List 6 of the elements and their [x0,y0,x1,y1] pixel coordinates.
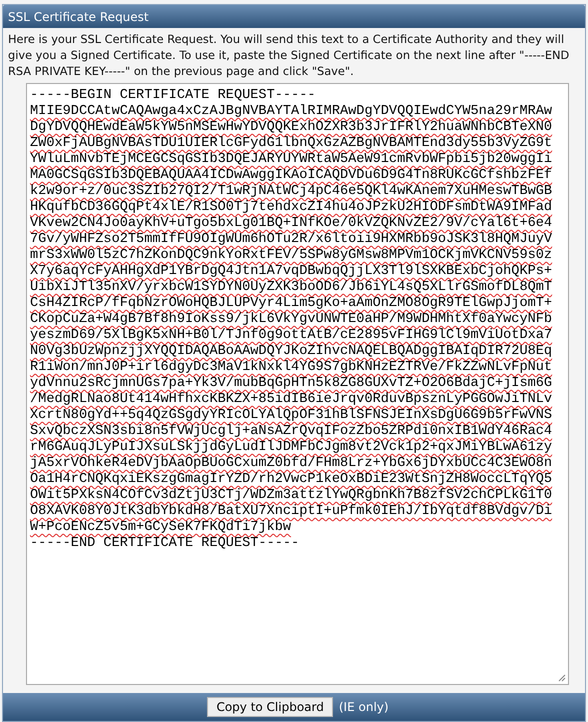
ie-only-note: (IE only) [338,699,389,716]
intro-text: Here is your SSL Certificate Request. You will send this text to a Certificate Authority and they will give you a Signed Certificate. To use it, paste the Signed Certificate on the next line after "-----END RSA PRIVATE KEY-----" on the previous page and click "Save". [7,31,570,80]
certificate-text-field[interactable]: -----BEGIN CERTIFICATE REQUEST----- MIIE9DCCAtwCAQAwga4xCzAJBgNVBAYTAlRIMRAwDgYDVQQIEwdCYW5na29rMRAw DgYDVQQHEwdEaW5kYW5nMSEwHwYDVQQKExhOZXR3b3JrIFRlY2huaWNhbCBTeXN0 ZW0xFjAUBgNVBAsTDU1UIERlcGFydG1lbnQxGzAZBgNVBAMTEnd3dy55b3VyZG9t YWluLmNvbTEjMCEGCSqGSIb3DQEJARYUYWRtaW5AeW91cmRvbWFpbi5jb20wggIi MA0GCSqGSIb3DQEBAQUAA4ICDwAwggIKAoICAQDVDu6D9G4Tn8RUKcGCfshbzFEf k2w9or+z/0uc3SZIb27QI2/T1wRjNAtWCj4pC46e5QKl4wKAnem7XuHMeswTBwGB HKqufbCD36GQqPt4xlE/R1SO0Tj7tehdxcZI4hu4oJPzkU2HIODFsmDtWA9IMFad VKvew2CN4Jo0ayKhV+uTgo5bxLg01BQ+INfKOe/0kVZQKNvZE2/9V/cYal6t+6e4 7Gv/yWHFZso2T5mmIfFU9OIgWUm6hOTu2R/x6ltoii9HXMRbb9oJSK3l8HQMJuyV mrS3xWW0l5zC7hZKonDQC9nkYoRxtFEV/5SPw8yGMsw8MPVm1OCKjmVKCNV59s0z X7y6aqYcFyAHHgXdP1YBrDgQ4Jtn1A7vqDBwbqQjjLX3Tl9lSXKBExbCjohQKPs+ UibXiJTl35nXV/yrxbcW1SYDYN0UyZXK3boOD6/Jb6iYL4sQ5XLlrGSmofDL8QmT CsH4ZIRcP/fFqbNzrOWoHQBJLUPVyr4Lim5gKo+aAmOnZMO8OgR9TElGwpJjomT+ CKopCuZa+W4gB7Bf8h9IoKss9/jkL6VkYgvUNWTE0aHP/M9WDHMhtXf0aYwcyNFb yeszmD69/5XlBgK5xNH+B0l/TJnf0g9ottAtB/cE2895vFIHG9lCl9mViUotDxa7 N0Vg3bUzWpnzjjXYQQIDAQABoAAwDQYJKoZIhvcNAQELBQADggIBAIqDIR72U8Eq R1iWon/mnJ0P+irl6dgyDc3MaV1kNxkl4YG9S7gbKNHzEZTRVe/FkZZwNLvFpNut ydVnnu2sRcjmnUGs7pa+Yk3V/mubBqGpHTn5k8ZG8GUXvTZ+O2O6BdajC+jIsm6G /MedgRLNao8Ut414wHfhxcKBKZX+85idIB6ieJrqv0RduvBpsznLyPGGOwJiTNLv XcrtN80gYd++5q4QzGSgdyYRIcOLYAlQpOF31hBlSFNSJEInXsDgU6G9b5rFwVNS SxvQbczXSN3sbi8n5fVWjUcglj+aNsAZrQvqIFozZbo5ZRPdi0nxIB1WdY46Rac4 rM6GAuqJLyPuIJXsuLSkjjdGyLudIlJDMFbCJgm8vt2Vck1p2+qxJMiYBLwA61zy jA5xrVOhkeR4eDVjbAaOpBUoGCxumZ0bfd/FHm8Lrz+YbGx6jDYxbUCc4C3EWO8n Oa1H4rCNQKqxiEKszgGmagIrYZD/rh2VwcP1keOxBDiE23WtSnjZH8WoccLTqYQ5 OWit5PXksN4COfCv3dZtjU3CTj/WDZm3attzlYwQRgbnKh7B8zfSV2chCPLkG1T0 O8XAVK08Y0JtK3dbYbkdH8/BatXU7XnciptI+uPfmk0IEhJ/IbYqtdf8BVdgv/Di W+PcoENcZ5v5m+GCySeK7FKQdTi7jkbw -----END CERTIFICATE REQUEST----- [26,83,569,685]
copy-button[interactable]: Copy to Clipboard [207,697,333,717]
panel-title: SSL Certificate Request [8,8,149,26]
resize-grip-icon[interactable] [557,673,566,682]
